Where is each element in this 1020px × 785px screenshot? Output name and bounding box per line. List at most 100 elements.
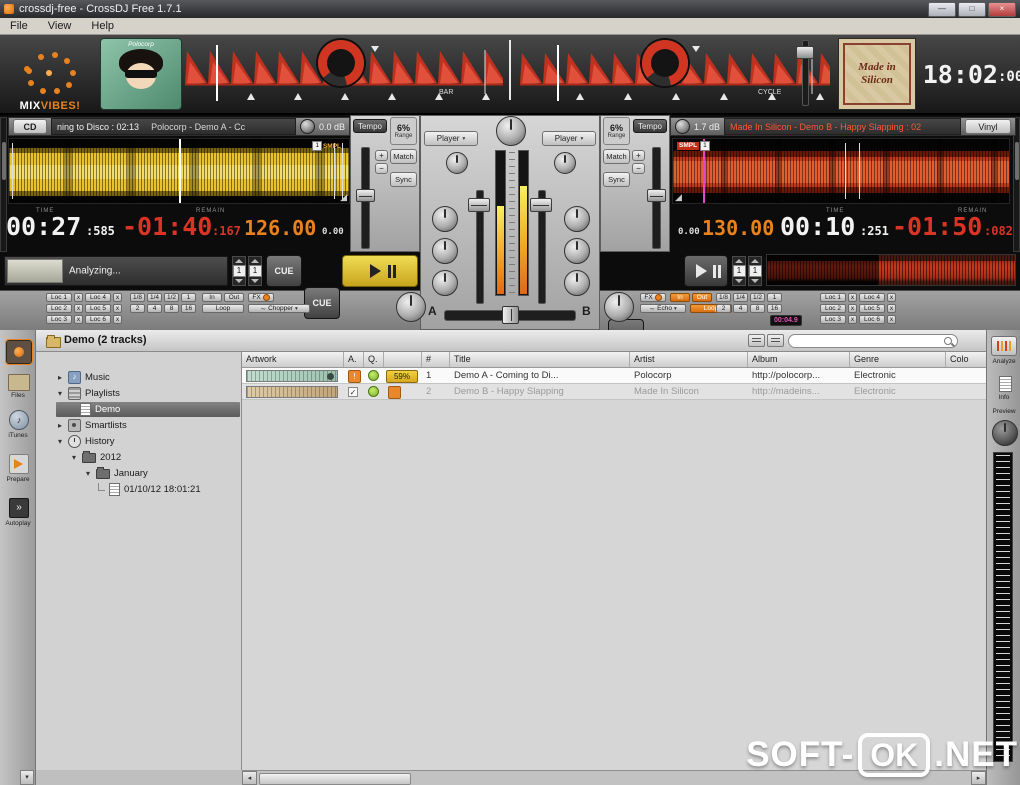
deck-a-cue1-button[interactable]: CUE	[266, 255, 302, 287]
deck-a-player-select[interactable]: Player ▾	[424, 131, 478, 146]
deck-b-eq-low-knob[interactable]	[564, 270, 590, 296]
loop-length-button[interactable]: 1/4	[147, 293, 162, 302]
crossfader[interactable]	[502, 306, 519, 324]
loc-button[interactable]: Loc 1	[46, 293, 72, 302]
loop-length-button[interactable]: 1	[767, 293, 782, 302]
deck-a-cue2-button[interactable]: CUE	[304, 287, 340, 319]
loop-length-button[interactable]: 16	[767, 304, 782, 313]
tree-item-session[interactable]: 01/10/12 18:01:21	[98, 482, 238, 497]
deck-a-eq-low-knob[interactable]	[432, 270, 458, 296]
column-header-artist[interactable]: Artist	[630, 352, 748, 367]
deck-b-fx-knob[interactable]	[604, 292, 634, 322]
loc-button[interactable]: Loc 6	[859, 315, 885, 324]
loop-length-button[interactable]: 1/4	[733, 293, 748, 302]
maximize-button[interactable]: □	[958, 1, 986, 17]
deck-b-match-button[interactable]: Match	[603, 149, 630, 164]
loop-length-button[interactable]: 16	[181, 304, 196, 313]
loc-clear-button[interactable]: x	[887, 293, 896, 302]
tree-item-music[interactable]: ▸ ♪ Music	[56, 370, 236, 385]
info-icon[interactable]	[999, 376, 1012, 392]
minimize-button[interactable]: —	[928, 1, 956, 17]
up-arrow-icon[interactable]	[735, 259, 743, 263]
down-arrow-icon[interactable]	[251, 279, 259, 283]
master-volume-knob[interactable]	[496, 116, 526, 146]
loop-length-button[interactable]: 1/2	[750, 293, 765, 302]
loop-length-button[interactable]: 1	[181, 293, 196, 302]
tree-item-history[interactable]: ▾ History	[56, 434, 236, 449]
table-row[interactable]: ! 59% 1 Demo A - Coming to Di... Polocor…	[242, 368, 986, 384]
loc-clear-button[interactable]: x	[887, 304, 896, 313]
deck-a-play-button[interactable]	[342, 255, 418, 287]
sidebar-item-files[interactable]: Files	[0, 392, 36, 399]
loop-out-button[interactable]: Out	[224, 293, 244, 302]
tree-item-2012[interactable]: ▾ 2012	[70, 450, 236, 465]
tree-item-playlists[interactable]: ▾ Playlists	[56, 386, 236, 401]
column-header-progress[interactable]	[384, 352, 422, 367]
column-header-analyzed[interactable]: A.	[344, 352, 364, 367]
loc-clear-button[interactable]: x	[848, 304, 857, 313]
down-arrow-icon[interactable]	[735, 279, 743, 283]
column-header-color[interactable]: Colo	[946, 352, 986, 367]
deck-a-volume-fader[interactable]	[468, 198, 490, 212]
loop-in-button[interactable]: In	[202, 293, 222, 302]
loc-clear-button[interactable]: x	[74, 293, 83, 302]
deck-b-beatjump-stepper[interactable]: 1	[748, 256, 762, 286]
deck-a-eq-mid-knob[interactable]	[432, 238, 458, 264]
deck-b-waveform[interactable]: SMPL 1 ◢	[672, 138, 1010, 204]
column-header-artwork[interactable]: Artwork	[242, 352, 344, 367]
loop-length-button[interactable]: 8	[750, 304, 765, 313]
loc-button[interactable]: Loc 4	[85, 293, 111, 302]
deck-b-zoom-scrollbar[interactable]	[1013, 117, 1020, 252]
loc-button[interactable]: Loc 3	[46, 315, 72, 324]
collapsed-arrow-icon[interactable]: ▸	[56, 373, 64, 382]
collection-icon[interactable]	[5, 339, 33, 365]
deck-a-beatjump-stepper[interactable]: 1	[248, 256, 262, 286]
loc-clear-button[interactable]: x	[113, 315, 122, 324]
scroll-left-button[interactable]: ◂	[242, 771, 257, 785]
loop-length-button[interactable]: 4	[147, 304, 162, 313]
loc-button[interactable]: Loc 4	[859, 293, 885, 302]
loc-clear-button[interactable]: x	[113, 304, 122, 313]
loop-length-button[interactable]: 1/8	[130, 293, 145, 302]
loc-button[interactable]: Loc 5	[85, 304, 111, 313]
prepare-icon[interactable]	[9, 454, 29, 474]
loop-length-button[interactable]: 1/8	[716, 293, 731, 302]
expand-icon[interactable]: ◢	[675, 193, 682, 202]
scrollbar-thumb[interactable]	[259, 773, 411, 785]
loc-button[interactable]: Loc 1	[820, 293, 846, 302]
sidebar-item-itunes[interactable]: iTunes	[0, 432, 36, 439]
itunes-icon[interactable]: ♪	[9, 410, 29, 430]
deck-b-eq-mid-knob[interactable]	[564, 238, 590, 264]
table-row[interactable]: ✓ 2 Demo B - Happy Slapping Made In Sili…	[242, 384, 986, 400]
deck-a-sync-button[interactable]: Sync	[390, 172, 417, 187]
deck-b-gain-knob[interactable]	[675, 119, 690, 134]
up-arrow-icon[interactable]	[235, 259, 243, 263]
deck-a-phones-knob[interactable]	[446, 152, 468, 174]
deck-b-sync-button[interactable]: Sync	[603, 172, 630, 187]
preview-volume-knob[interactable]	[992, 420, 1018, 446]
menu-view[interactable]: View	[38, 18, 82, 34]
deck-b-tempo-slider[interactable]	[647, 189, 666, 202]
deck-a-fx-knob[interactable]	[396, 292, 426, 322]
grid-view-button[interactable]	[748, 334, 765, 347]
loc-button[interactable]: Loc 2	[46, 304, 72, 313]
list-view-button[interactable]	[767, 334, 784, 347]
loop-length-button[interactable]: 2	[130, 304, 145, 313]
up-arrow-icon[interactable]	[751, 259, 759, 263]
deck-a-beatjump-stepper[interactable]: 1	[232, 256, 246, 286]
loc-clear-button[interactable]: x	[848, 293, 857, 302]
menu-file[interactable]: File	[0, 18, 38, 34]
deck-b-player-select[interactable]: Player ▾	[542, 131, 596, 146]
vinyl-mode-button[interactable]: Vinyl	[965, 119, 1011, 134]
loop-length-button[interactable]: 2	[716, 304, 731, 313]
collapsed-arrow-icon[interactable]: ▸	[56, 421, 64, 430]
loc-clear-button[interactable]: x	[74, 315, 83, 324]
loop-length-button[interactable]: 1/2	[164, 293, 179, 302]
deck-a-tempo-slider[interactable]	[356, 189, 375, 202]
down-arrow-icon[interactable]	[751, 279, 759, 283]
deck-b-pitch-plus-button[interactable]: +	[632, 150, 645, 161]
column-header-number[interactable]: #	[422, 352, 450, 367]
expand-icon[interactable]: ◢	[340, 193, 347, 202]
loc-button[interactable]: Loc 5	[859, 304, 885, 313]
loc-clear-button[interactable]: x	[887, 315, 896, 324]
